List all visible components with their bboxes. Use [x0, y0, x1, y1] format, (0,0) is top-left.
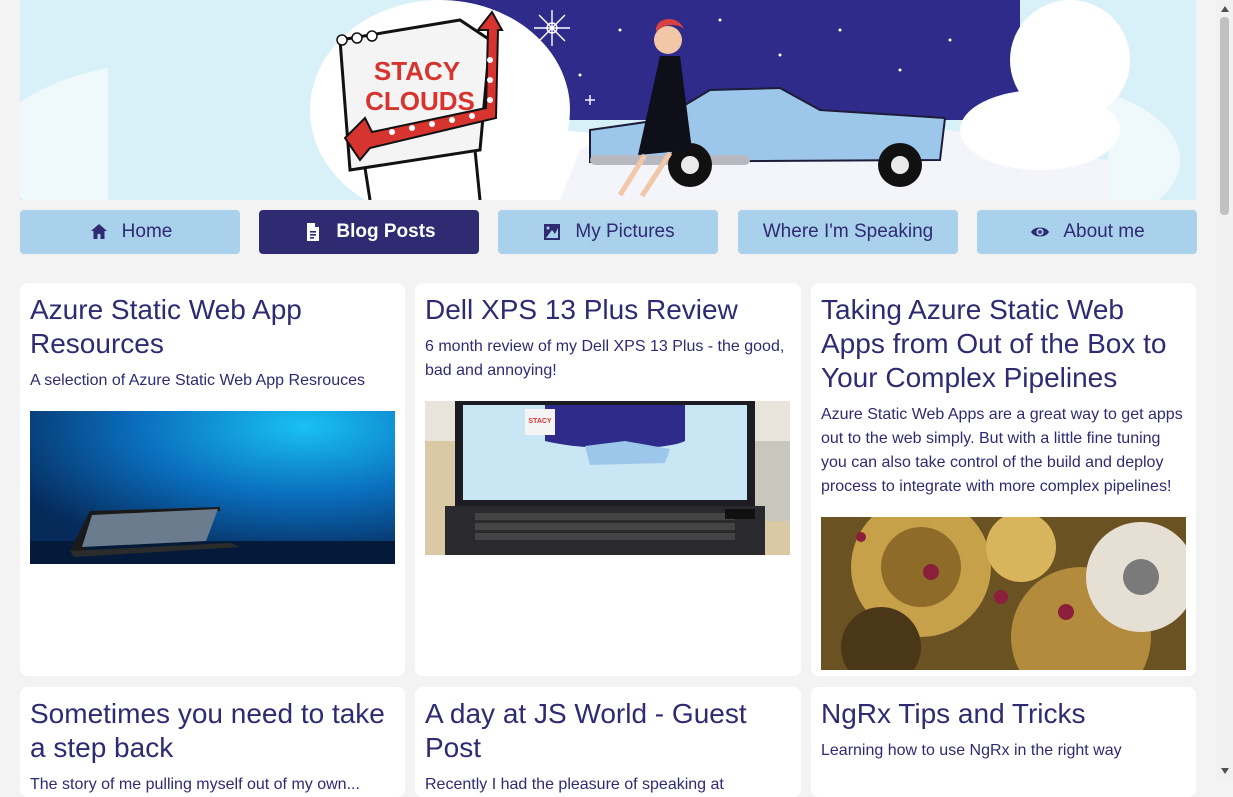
nav-where-speaking-button[interactable]: Where I'm Speaking: [738, 210, 958, 254]
page: STACY CLOUDS Home Blog Posts My Pictures…: [20, 0, 1197, 797]
post-thumbnail[interactable]: [30, 411, 395, 564]
vertical-scrollbar[interactable]: [1216, 0, 1233, 779]
sign-line1: STACY: [374, 56, 460, 86]
nav-blog-posts-label: Blog Posts: [336, 221, 436, 242]
post-summary: The story of me pulling myself out of my…: [30, 776, 360, 793]
post-card[interactable]: Taking Azure Static Web Apps from Out of…: [811, 283, 1196, 676]
post-thumbnail[interactable]: STACY: [425, 401, 790, 555]
banner-illustration: STACY CLOUDS: [20, 0, 1196, 200]
main-nav: Home Blog Posts My Pictures Where I'm Sp…: [20, 210, 1197, 254]
nav-where-speaking-label: Where I'm Speaking: [762, 221, 934, 242]
nav-my-pictures-button[interactable]: My Pictures: [498, 210, 718, 254]
post-card[interactable]: Dell XPS 13 Plus Review 6 month review o…: [415, 283, 801, 676]
home-icon: [88, 221, 110, 243]
eye-icon: [1029, 221, 1051, 243]
post-summary: A selection of Azure Static Web App Resr…: [30, 372, 365, 389]
document-icon: [302, 221, 324, 243]
nav-home-button[interactable]: Home: [20, 210, 240, 254]
post-card[interactable]: Sometimes you need to take a step back T…: [20, 687, 405, 797]
post-summary: Azure Static Web Apps are a great way to…: [821, 406, 1183, 495]
scrollbar-thumb[interactable]: [1220, 17, 1229, 215]
nav-blog-posts-button[interactable]: Blog Posts: [259, 210, 479, 254]
post-title[interactable]: Dell XPS 13 Plus Review: [425, 293, 791, 327]
post-card[interactable]: Azure Static Web App Resources A selecti…: [20, 283, 405, 676]
post-summary: Learning how to use NgRx in the right wa…: [821, 742, 1122, 759]
post-title[interactable]: NgRx Tips and Tricks: [821, 697, 1186, 731]
scroll-up-arrow-icon[interactable]: [1216, 0, 1233, 17]
laptop-blue-image: [30, 411, 395, 564]
scroll-down-arrow-icon[interactable]: [1216, 762, 1233, 779]
post-title[interactable]: Taking Azure Static Web Apps from Out of…: [821, 293, 1186, 395]
header-banner: STACY CLOUDS: [20, 0, 1196, 200]
post-summary: 6 month review of my Dell XPS 13 Plus - …: [425, 338, 785, 379]
post-title[interactable]: A day at JS World - Guest Post: [425, 697, 791, 765]
post-card[interactable]: A day at JS World - Guest Post Recently …: [415, 687, 801, 797]
laptop-desk-image: STACY: [425, 401, 790, 555]
svg-text:STACY: STACY: [528, 418, 552, 425]
post-title[interactable]: Sometimes you need to take a step back: [30, 697, 395, 765]
sign-line2: CLOUDS: [365, 86, 475, 116]
post-title[interactable]: Azure Static Web App Resources: [30, 293, 395, 361]
post-card[interactable]: NgRx Tips and Tricks Learning how to use…: [811, 687, 1196, 797]
post-thumbnail[interactable]: [821, 517, 1186, 670]
post-summary: Recently I had the pleasure of speaking …: [425, 776, 724, 793]
nav-about-me-button[interactable]: About me: [977, 210, 1197, 254]
nav-about-me-label: About me: [1063, 221, 1145, 242]
nav-my-pictures-label: My Pictures: [575, 221, 675, 242]
gears-image: [821, 517, 1186, 670]
nav-home-label: Home: [121, 221, 173, 242]
picture-icon: [541, 221, 563, 243]
